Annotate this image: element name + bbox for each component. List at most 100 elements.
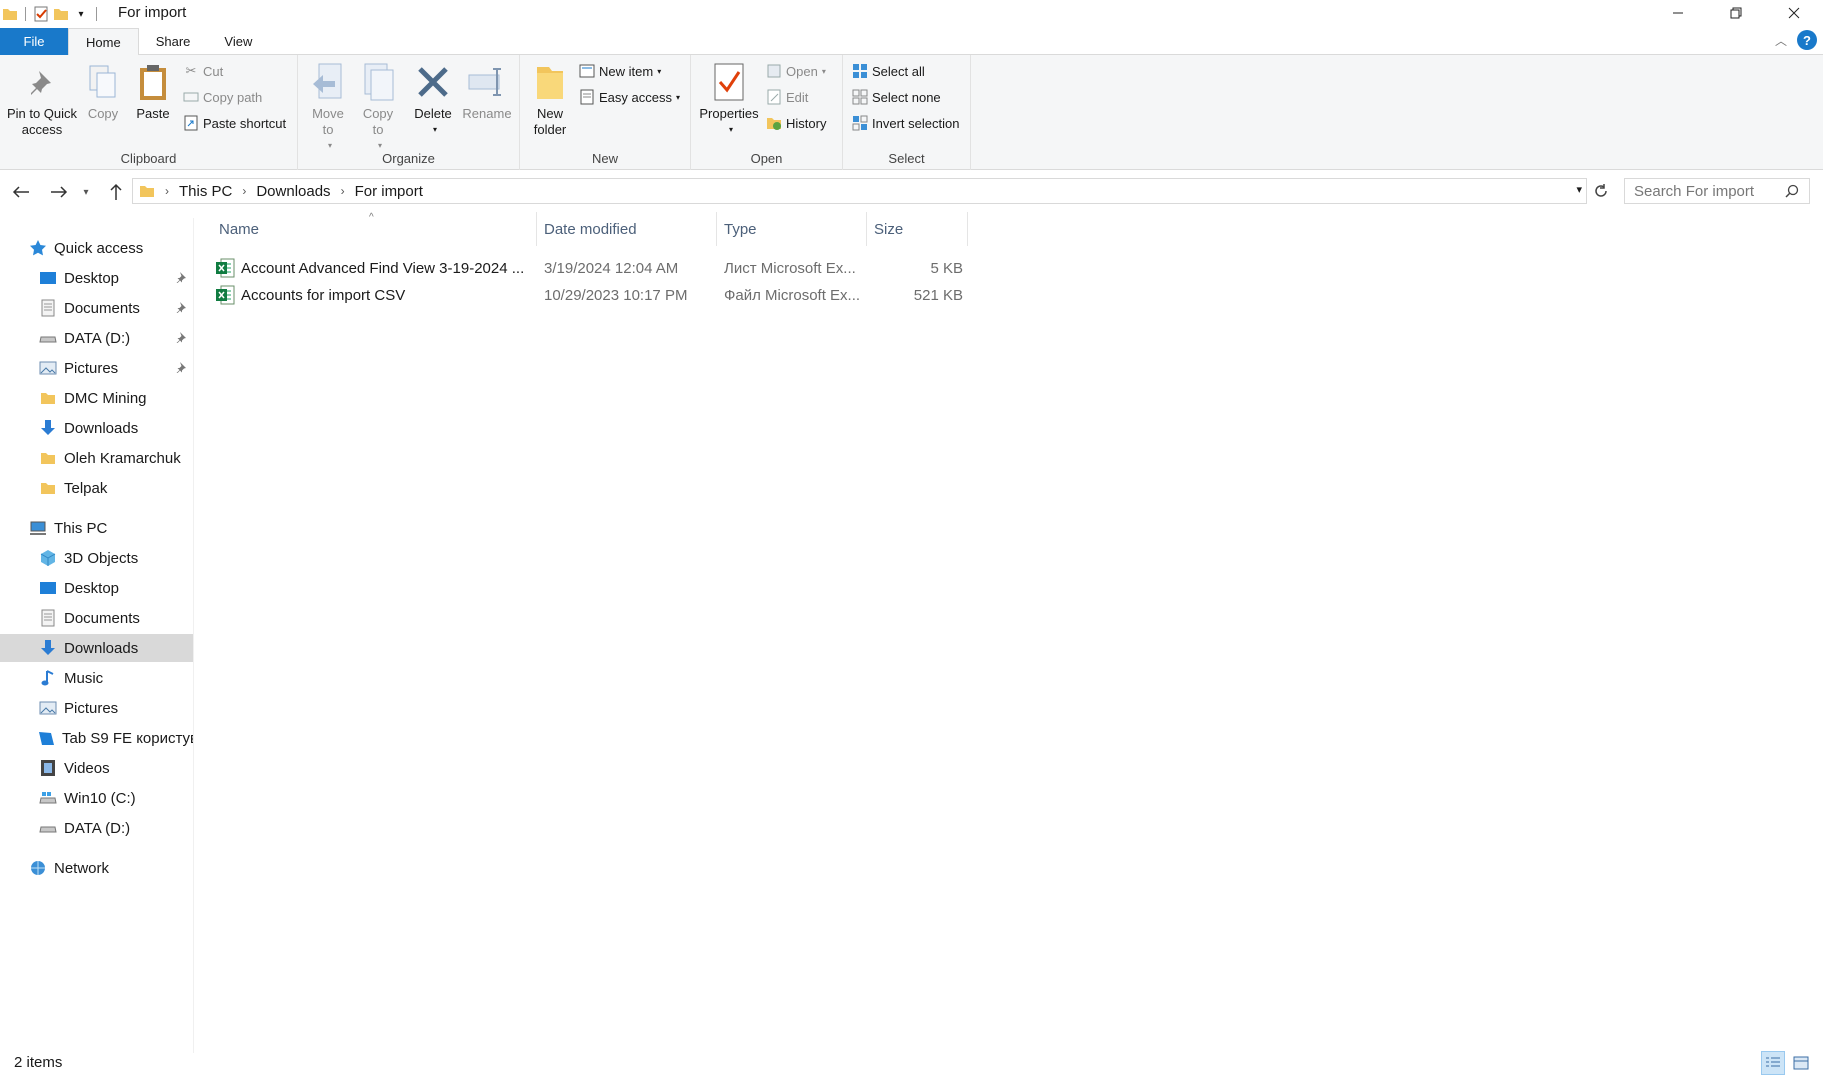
select-all-icon bbox=[851, 62, 869, 80]
history-button[interactable]: History bbox=[765, 112, 826, 134]
select-all-button[interactable]: Select all bbox=[851, 60, 925, 82]
delete-button[interactable]: Delete ▾ bbox=[410, 61, 456, 138]
nav-pc-tab-s9-fe[interactable]: Tab S9 FE користувач bbox=[0, 724, 193, 752]
windows-drive-icon bbox=[38, 788, 58, 808]
move-to-button[interactable]: Move to ▾ bbox=[308, 61, 348, 154]
copy-path-button[interactable]: Copy path bbox=[182, 86, 262, 108]
easy-access-button[interactable]: Easy access ▾ bbox=[578, 86, 680, 108]
help-icon[interactable]: ? bbox=[1797, 30, 1817, 50]
file-size: 5 KB bbox=[930, 259, 963, 277]
details-view-icon[interactable] bbox=[1761, 1051, 1785, 1075]
breadcrumb-downloads[interactable]: Downloads bbox=[250, 183, 336, 200]
nav-this-pc[interactable]: This PC bbox=[0, 514, 193, 542]
nav-pc-videos[interactable]: Videos bbox=[0, 754, 193, 782]
paste-shortcut-button[interactable]: Paste shortcut bbox=[182, 112, 286, 134]
nav-pc-documents[interactable]: Documents bbox=[0, 604, 193, 632]
nav-qa-documents[interactable]: Documents bbox=[0, 294, 193, 322]
breadcrumb-for-import[interactable]: For import bbox=[349, 183, 429, 200]
qat-customize-icon[interactable]: ▾ bbox=[71, 4, 91, 24]
new-folder-icon[interactable] bbox=[51, 4, 71, 24]
column-header-type[interactable]: Type bbox=[717, 212, 867, 246]
music-icon bbox=[38, 668, 58, 688]
nav-qa-telpak[interactable]: Telpak bbox=[0, 474, 193, 502]
network-icon bbox=[28, 858, 48, 878]
nav-qa-dmc-mining[interactable]: DMC Mining bbox=[0, 384, 193, 412]
nav-pc-music[interactable]: Music bbox=[0, 664, 193, 692]
large-icons-view-icon[interactable] bbox=[1789, 1051, 1813, 1075]
address-bar[interactable]: › This PC › Downloads › For import ▾ bbox=[132, 178, 1587, 204]
nav-qa-pictures[interactable]: Pictures bbox=[0, 354, 193, 382]
nav-qa-oleh-kramarchuk[interactable]: Oleh Kramarchuk bbox=[0, 444, 193, 472]
recent-locations-button[interactable]: ▾ bbox=[78, 180, 94, 204]
copy-to-button[interactable]: Copy to ▾ bbox=[358, 61, 398, 154]
downloads-icon bbox=[38, 418, 58, 438]
copy-to-icon bbox=[358, 61, 398, 103]
open-button[interactable]: Open ▾ bbox=[765, 60, 826, 82]
cut-button[interactable]: ✂ Cut bbox=[182, 60, 224, 82]
pin-icon bbox=[22, 61, 62, 103]
column-headers: ^ Name Date modified Type Size bbox=[200, 212, 970, 246]
copy-button[interactable]: Copy bbox=[82, 61, 124, 122]
file-row[interactable]: Account Advanced Find View 3-19-2024 ...… bbox=[215, 255, 967, 281]
pin-icon bbox=[175, 271, 187, 283]
breadcrumb-this-pc[interactable]: This PC bbox=[173, 183, 238, 200]
computer-icon bbox=[28, 518, 48, 538]
minimize-button[interactable] bbox=[1649, 0, 1707, 26]
nav-pc-downloads[interactable]: Downloads bbox=[0, 634, 193, 662]
select-none-button[interactable]: Select none bbox=[851, 86, 941, 108]
address-dropdown-icon[interactable]: ▾ bbox=[1576, 183, 1582, 196]
pin-icon bbox=[175, 361, 187, 373]
folder-icon bbox=[38, 478, 58, 498]
tab-home[interactable]: Home bbox=[68, 28, 139, 56]
tab-share[interactable]: Share bbox=[139, 28, 208, 55]
nav-pc-3d-objects[interactable]: 3D Objects bbox=[0, 544, 193, 572]
search-input[interactable]: Search For import bbox=[1624, 178, 1810, 204]
pictures-icon bbox=[38, 358, 58, 378]
column-header-date-modified[interactable]: Date modified bbox=[537, 212, 717, 246]
clipboard-icon bbox=[133, 61, 173, 103]
nav-network[interactable]: Network bbox=[0, 854, 193, 882]
nav-quick-access[interactable]: Quick access bbox=[0, 234, 193, 262]
edit-button[interactable]: Edit bbox=[765, 86, 808, 108]
open-group: Properties ▾ Open ▾ Edit History Open bbox=[691, 55, 843, 170]
invert-selection-button[interactable]: Invert selection bbox=[851, 112, 959, 134]
nav-qa-desktop[interactable]: Desktop bbox=[0, 264, 193, 292]
file-row[interactable]: Accounts for import CSV 10/29/2023 10:17… bbox=[215, 282, 967, 308]
properties-button[interactable]: Properties ▾ bbox=[697, 61, 761, 138]
navigation-row: ▾ › This PC › Downloads › For import ▾ S… bbox=[0, 176, 1823, 206]
paste-shortcut-icon bbox=[182, 114, 200, 132]
nav-pc-win10-c[interactable]: Win10 (C:) bbox=[0, 784, 193, 812]
clipboard-group: Pin to Quick access Copy Paste ✂ Cut Cop… bbox=[0, 55, 298, 170]
new-item-icon bbox=[578, 62, 596, 80]
folder-icon bbox=[0, 4, 20, 24]
new-item-button[interactable]: New item ▾ bbox=[578, 60, 661, 82]
close-button[interactable] bbox=[1765, 0, 1823, 26]
tab-file[interactable]: File bbox=[0, 28, 68, 55]
nav-qa-downloads[interactable]: Downloads bbox=[0, 414, 193, 442]
tab-view[interactable]: View bbox=[207, 28, 269, 55]
restore-button[interactable] bbox=[1707, 0, 1765, 26]
nav-qa-data-d[interactable]: DATA (D:) bbox=[0, 324, 193, 352]
folder-icon bbox=[530, 61, 570, 103]
folder-icon bbox=[139, 183, 155, 199]
paste-button[interactable]: Paste bbox=[132, 61, 174, 122]
back-button[interactable] bbox=[9, 180, 33, 204]
pin-to-quick-access-button[interactable]: Pin to Quick access bbox=[4, 61, 80, 138]
up-button[interactable] bbox=[104, 180, 128, 204]
nav-pc-pictures[interactable]: Pictures bbox=[0, 694, 193, 722]
forward-button[interactable] bbox=[47, 180, 71, 204]
new-folder-button[interactable]: New folder bbox=[528, 61, 572, 138]
item-count: 2 items bbox=[14, 1054, 63, 1071]
excel-file-icon bbox=[215, 258, 235, 278]
refresh-button[interactable] bbox=[1590, 180, 1612, 202]
desktop-icon bbox=[38, 578, 58, 598]
open-icon bbox=[765, 62, 783, 80]
column-header-name[interactable]: ^ Name bbox=[200, 212, 537, 246]
pin-icon bbox=[175, 331, 187, 343]
column-header-size[interactable]: Size bbox=[867, 212, 968, 246]
nav-pc-data-d[interactable]: DATA (D:) bbox=[0, 814, 193, 842]
properties-check-icon[interactable] bbox=[31, 4, 51, 24]
rename-button[interactable]: Rename bbox=[462, 61, 512, 122]
nav-pc-desktop[interactable]: Desktop bbox=[0, 574, 193, 602]
collapse-ribbon-icon[interactable]: ︿ bbox=[1775, 32, 1787, 49]
